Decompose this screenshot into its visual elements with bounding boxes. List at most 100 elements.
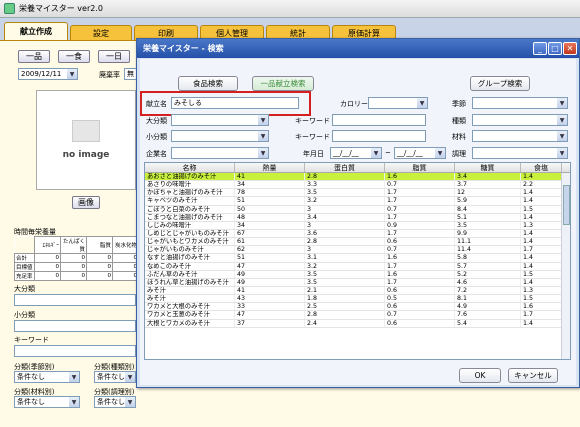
col-header-salt[interactable]: 食塩 [521,163,562,172]
kind-filter-combo[interactable]: 条件なし ▼ [94,371,136,383]
material-combo[interactable]: ▼ [472,130,568,142]
kind-combo[interactable]: ▼ [472,114,568,126]
no-image-text: no image [62,150,110,160]
table-cell: 1.7 [521,311,562,319]
table-cell: 47 [235,262,305,270]
dish-name-input[interactable]: みそしる [171,97,299,109]
single-meal-button[interactable]: 一食 [58,50,90,63]
calorie-combo[interactable]: ▼ [368,97,428,109]
table-row[interactable]: みそ汁 41 2.1 0.6 7.2 1.3 [145,286,570,296]
table-row[interactable]: なすと油揚げのみそ汁 51 3.1 1.6 5.8 1.4 [145,254,570,263]
nut-cell: 0 [60,271,87,281]
table-cell: 61 [235,238,305,246]
single-item-button[interactable]: 一品 [18,50,50,63]
table-row[interactable]: しじみの味噌汁 34 3 0.9 3.5 1.3 [145,221,570,230]
table-row[interactable]: かぼちゃと油揚げのみそ汁 78 3.5 1.7 12 1.4 [145,189,570,198]
company-combo[interactable]: ▼ [171,147,269,159]
cancel-button[interactable]: キャンセル [508,368,558,383]
col-header-protein[interactable]: 蛋白質 [305,163,385,172]
table-cell: 3.5 [455,221,521,229]
table-row[interactable]: ふだん草のみそ汁 49 3.5 1.6 5.2 1.5 [145,270,570,279]
table-row[interactable]: あおさと油揚げのみそ汁 41 2.8 1.6 3.4 1.4 [145,173,570,182]
minimize-icon[interactable]: _ [533,42,547,55]
vertical-scrollbar[interactable] [561,173,570,359]
season-filter-combo[interactable]: 条件なし ▼ [14,371,80,383]
maximize-icon[interactable]: □ [548,42,562,55]
small-category-field[interactable] [14,320,136,332]
table-row[interactable]: ワカメと大根のみそ汁 33 2.5 0.6 4.9 1.6 [145,303,570,312]
table-row[interactable]: じゃがいものみそ汁 62 3 0.7 11.4 1.7 [145,246,570,255]
table-cell: 3.4 [455,173,521,181]
table-cell: 1.7 [521,246,562,254]
table-row[interactable]: キャベツのみそ汁 51 3.2 1.7 5.9 1.4 [145,197,570,206]
table-cell: 1.7 [385,278,455,286]
table-row[interactable]: ごぼうと白菜のみそ汁 50 3 0.7 8.4 1.5 [145,205,570,214]
table-cell: 37 [235,319,305,327]
table-cell: 3.2 [305,262,385,270]
large-category-field[interactable] [14,294,136,306]
table-cell: ごぼうと白菜のみそ汁 [145,205,235,213]
image-button[interactable]: 画像 [72,196,100,209]
dialog-keyword-input-1[interactable] [332,114,426,126]
scroll-thumb[interactable] [563,185,570,225]
nut-row-label: 充足率 [14,271,35,281]
table-cell: こまつなと油揚げのみそ汁 [145,213,235,221]
dialog-small-category-combo[interactable]: ▼ [171,130,269,142]
table-cell: 11.1 [455,238,521,246]
ok-button[interactable]: OK [459,368,501,383]
dialog-large-category-combo[interactable]: ▼ [171,114,269,126]
table-cell: 41 [235,173,305,181]
dialog-keyword-input-2[interactable] [332,130,426,142]
table-row[interactable]: しめじとじゃがいものみそ汁 67 3.6 1.7 9.9 1.4 [145,229,570,239]
table-cell: 3.7 [455,181,521,189]
dish-name-label: 献立名 [146,100,167,108]
tab-settings[interactable]: 設定 [70,25,132,40]
group-search-button[interactable]: グループ検索 [470,76,530,91]
table-row[interactable]: じゃがいもとワカメのみそ汁 61 2.8 0.6 11.1 1.4 [145,238,570,247]
table-row[interactable]: 大根とワカメのみそ汁 37 2.4 0.6 5.4 1.4 [145,319,570,328]
table-cell: 大根とワカメのみそ汁 [145,319,235,327]
cooking-combo[interactable]: ▼ [472,147,568,159]
table-cell: 2.5 [305,303,385,311]
table-cell: 51 [235,197,305,205]
material-filter-combo[interactable]: 条件なし ▼ [14,396,80,408]
date-to-combo[interactable]: __/__/__ ▼ [394,147,446,159]
col-header-fat[interactable]: 脂質 [385,163,455,172]
table-cell: 1.6 [385,173,455,181]
table-row[interactable]: こまつなと油揚げのみそ汁 48 3.4 1.7 5.1 1.4 [145,213,570,222]
col-header-name[interactable]: 名称 [145,163,235,172]
date-from-combo[interactable]: __/__/__ ▼ [330,147,382,159]
table-cell: 3.3 [305,181,385,189]
close-icon[interactable]: ✕ [563,42,577,55]
table-cell: 1.6 [385,254,455,262]
dialog-small-category-label: 小分類 [146,133,167,141]
table-cell: 34 [235,221,305,229]
table-row[interactable]: ほうれん草と油揚げのみそ汁 49 3.5 1.7 4.6 1.4 [145,278,570,287]
table-cell: 0.6 [385,319,455,327]
season-combo[interactable]: ▼ [472,97,568,109]
table-row[interactable]: ワカメと玉葱のみそ汁 47 2.8 0.7 7.6 1.7 [145,311,570,320]
table-cell: 1.7 [385,213,455,221]
dish-search-button[interactable]: 一品献立検索 [252,76,314,91]
results-grid: 名称 熱量 蛋白質 脂質 糖質 食塩 あおさと油揚げのみそ汁 41 2.8 1.6 3.… [144,162,571,360]
table-row[interactable]: みそ汁 43 1.8 0.5 8.1 1.5 [145,295,570,304]
table-cell: 0.5 [385,295,455,303]
food-search-button[interactable]: 食品検索 [178,76,238,91]
col-header-carb[interactable]: 糖質 [455,163,521,172]
table-row[interactable]: あさりの味噌汁 34 3.3 0.7 3.7 2.2 [145,181,570,190]
date-combo[interactable]: 2009/12/11 ▼ [18,68,78,80]
cooking-filter-combo[interactable]: 条件なし ▼ [94,396,136,408]
table-row[interactable]: なめこのみそ汁 47 3.2 1.7 5.7 1.4 [145,262,570,271]
keyword-field[interactable] [14,345,136,357]
table-cell: キャベツのみそ汁 [145,197,235,205]
tab-menu-create[interactable]: 献立作成 [4,22,68,40]
dialog-large-category-label: 大分類 [146,117,167,125]
chevron-down-icon: ▼ [371,148,381,158]
table-cell: 1.3 [521,286,562,295]
table-cell: 5.7 [455,262,521,270]
app-titlebar: 栄養マイスター ver2.0 [0,0,580,18]
col-header-energy[interactable]: 熱量 [235,163,305,172]
table-cell: 3.6 [305,229,385,238]
nut-cell: 0 [34,253,61,263]
single-day-button[interactable]: 一日 [98,50,130,63]
